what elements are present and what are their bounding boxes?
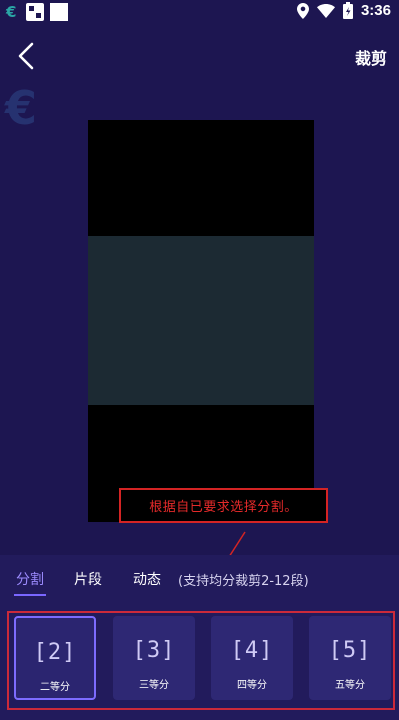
crop-title: 裁剪 [354,49,387,68]
annotation-text: 根据自已要求选择分割。 [149,500,298,515]
grid-app-icon [26,3,44,21]
tab-hint: (支持均分裁剪2-12段) [178,574,309,589]
video-preview[interactable] [88,120,314,522]
video-frame [88,236,314,405]
euro-app-icon: € [6,3,17,21]
tab-segment[interactable]: 片段 [74,569,102,589]
location-icon [296,2,309,19]
status-time: 3:36 [360,2,391,19]
square-app-icon [50,3,68,21]
tab-bar: 分割 片段 动态 (支持均分裁剪2-12段) [0,555,399,605]
tab-dynamic[interactable]: 动态 [133,569,161,589]
wifi-icon [316,3,335,18]
back-button[interactable] [12,38,44,74]
status-bar-left: € [6,3,68,21]
status-bar-right: 3:36 [296,2,391,19]
options-annotation-highlight [7,611,395,710]
euro-watermark-icon: € [5,81,38,135]
chevron-left-icon [18,42,34,70]
active-tab-indicator [14,594,46,596]
annotation-callout: 根据自已要求选择分割。 [119,488,328,523]
status-bar: € 3:36 [0,0,399,24]
top-bar: 裁剪 [0,36,399,76]
tab-split[interactable]: 分割 [16,569,44,589]
battery-icon [342,2,353,19]
